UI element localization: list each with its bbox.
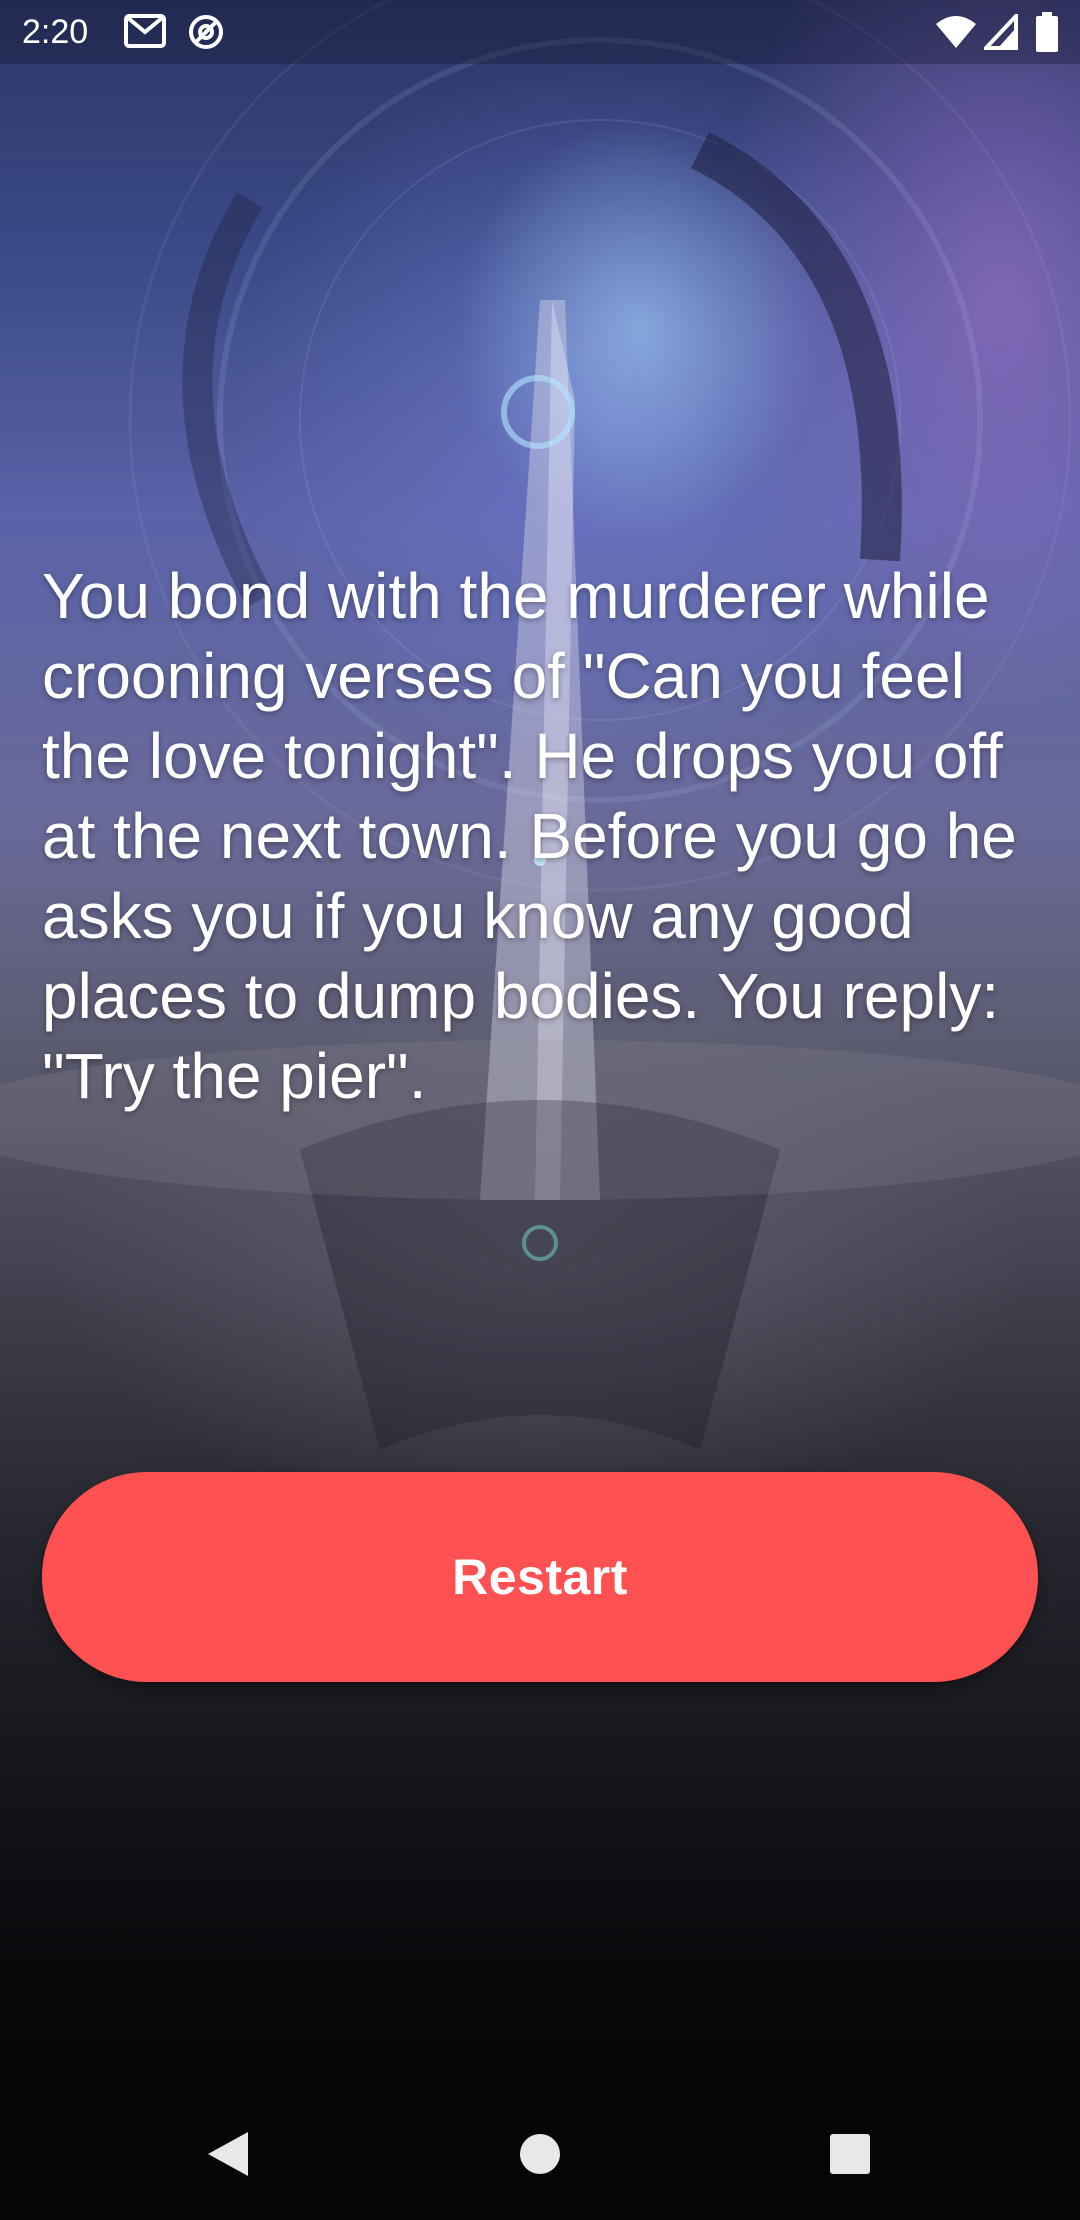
recents-button[interactable] [790, 2088, 910, 2220]
wifi-icon [934, 14, 978, 55]
recents-icon [830, 2134, 870, 2174]
gmail-icon [124, 14, 166, 53]
app-screen: 2:20 You bond with the murderer while cr… [0, 0, 1080, 2220]
home-button[interactable] [480, 2088, 600, 2220]
story-text: You bond with the murderer while croonin… [42, 560, 1017, 1112]
signal-icon [981, 10, 1018, 55]
navigation-bar [0, 2088, 1080, 2220]
battery-icon [1036, 12, 1058, 57]
restart-button[interactable]: Restart [42, 1472, 1038, 1682]
at-sign-icon [186, 14, 226, 55]
status-bar: 2:20 [0, 0, 1080, 64]
back-button[interactable] [168, 2088, 288, 2220]
back-icon [208, 2132, 248, 2176]
home-icon [520, 2134, 560, 2174]
status-time: 2:20 [22, 13, 89, 51]
